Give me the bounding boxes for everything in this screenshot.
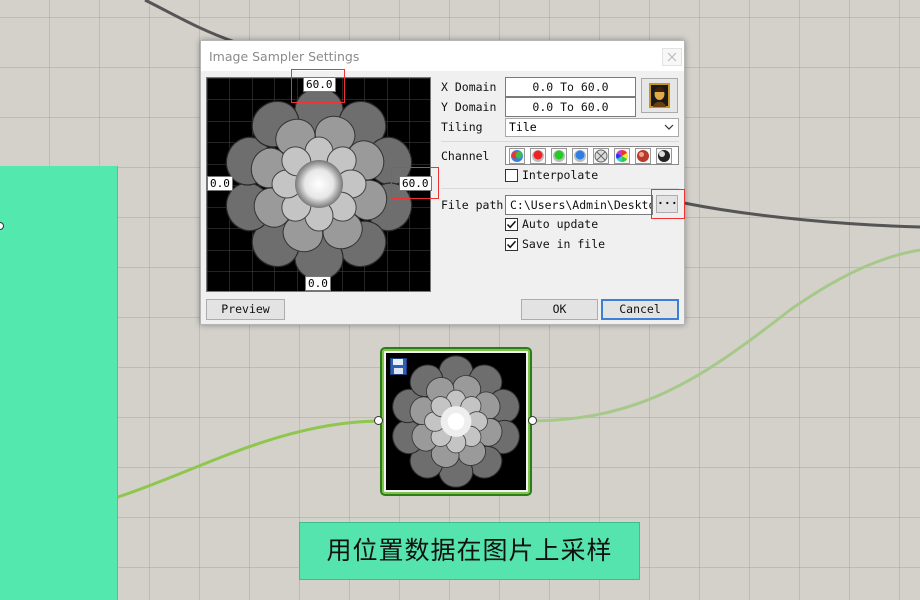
image-sampler-dialog: Image Sampler Settings 60.0 0.0 60.0 0.0… <box>200 40 685 325</box>
tiling-select[interactable]: Tile <box>505 118 679 137</box>
hue-icon <box>615 149 629 162</box>
file-path-label: File path <box>441 198 504 212</box>
red-icon <box>532 149 544 162</box>
wire-green-input <box>117 419 381 499</box>
saturation-channel-button[interactable] <box>635 147 651 164</box>
left-panel <box>0 166 118 600</box>
blue-channel-button[interactable] <box>572 147 588 164</box>
portrait-icon <box>649 83 670 108</box>
wire-dark-top <box>144 0 236 44</box>
chevron-down-icon <box>664 124 674 130</box>
save-in-file-checkbox[interactable] <box>505 238 518 251</box>
rgb-icon <box>511 149 523 162</box>
interpolate-checkbox[interactable] <box>505 169 518 182</box>
wire-dark-right <box>683 201 920 229</box>
flower-thumbnail <box>392 355 520 488</box>
divider-top <box>441 141 679 142</box>
interpolate-label: Interpolate <box>522 168 599 182</box>
brightness-channel-button[interactable] <box>656 147 672 164</box>
tiling-label: Tiling <box>441 120 483 134</box>
auto-update-label: Auto update <box>522 217 599 231</box>
channel-label: Channel <box>441 149 490 163</box>
ok-button[interactable]: OK <box>521 299 598 320</box>
dialog-titlebar[interactable]: Image Sampler Settings <box>201 41 684 71</box>
image-sampler-node[interactable] <box>380 347 532 496</box>
preview-left-value: 0.0 <box>207 176 233 191</box>
node-output-grip[interactable] <box>528 416 537 425</box>
saturation-icon <box>637 149 649 162</box>
auto-update-checkbox[interactable] <box>505 218 518 231</box>
node-input-grip[interactable] <box>374 416 383 425</box>
x-domain-label: X Domain <box>441 80 497 94</box>
cancel-button[interactable]: Cancel <box>601 299 679 320</box>
rgb-channel-button[interactable] <box>509 147 525 164</box>
highlight-right-value <box>391 167 439 199</box>
save-in-file-label: Save in file <box>522 237 606 251</box>
tiling-value: Tile <box>509 120 537 134</box>
save-disk-icon <box>390 358 407 375</box>
close-icon <box>667 52 677 62</box>
image-picker-button[interactable] <box>641 78 678 113</box>
red-channel-button[interactable] <box>530 147 546 164</box>
preview-bottom-value: 0.0 <box>305 276 331 291</box>
alpha-channel-button[interactable] <box>593 147 609 164</box>
divider-mid <box>441 188 679 189</box>
hue-channel-button[interactable] <box>614 147 630 164</box>
highlight-browse <box>651 189 685 219</box>
green-icon <box>553 149 565 162</box>
blue-icon <box>574 149 586 162</box>
caption-label: 用位置数据在图片上采样 <box>299 522 640 580</box>
file-path-field[interactable]: C:\Users\Admin\Desktop\6 <box>505 195 653 215</box>
highlight-top-value <box>291 69 345 103</box>
dialog-title: Image Sampler Settings <box>209 49 360 64</box>
y-domain-label: Y Domain <box>441 100 497 114</box>
channel-selector <box>505 146 679 165</box>
close-button[interactable] <box>662 48 682 66</box>
flower-image <box>219 82 419 291</box>
alpha-icon <box>594 149 608 162</box>
checkmark-icon <box>506 220 517 229</box>
brightness-icon <box>658 149 670 162</box>
green-channel-button[interactable] <box>551 147 567 164</box>
node-image-preview <box>386 353 526 490</box>
checkmark-icon <box>506 240 517 249</box>
preview-button[interactable]: Preview <box>206 299 285 320</box>
y-domain-field[interactable]: 0.0 To 60.0 <box>505 97 636 117</box>
x-domain-field[interactable]: 0.0 To 60.0 <box>505 77 636 97</box>
